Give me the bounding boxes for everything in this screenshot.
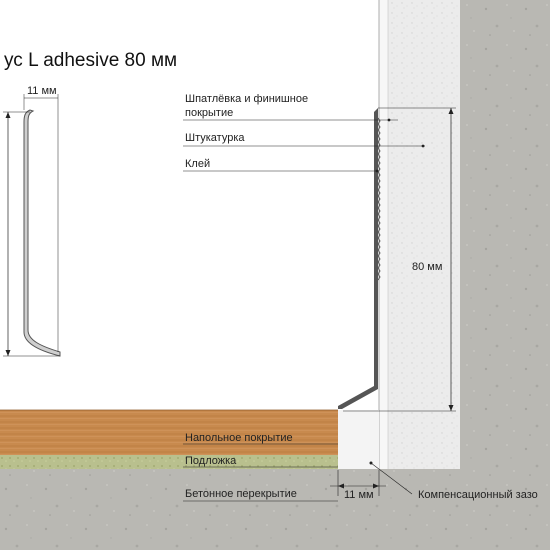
putty-label-line1: Шпатлёвка и финишное — [185, 93, 308, 105]
height-label: 80 мм — [412, 261, 442, 273]
putty-leader-dot — [387, 118, 391, 122]
left-height-arrow-bottom — [5, 350, 11, 356]
diagram-canvas: 11 мм ус L adhesive 80 мм 80 мм Шпатлёвк… — [0, 0, 550, 550]
compensation-gap-label: Компенсационный зазо — [418, 489, 538, 501]
diagram-svg: 11 мм ус L adhesive 80 мм 80 мм Шпатлёвк… — [0, 0, 550, 550]
plaster-layer — [388, 0, 460, 469]
plaster-label: Штукатурка — [185, 132, 245, 144]
compensation-gap-area — [338, 410, 379, 469]
left-width-label: 11 мм — [27, 85, 57, 97]
putty-layer — [379, 0, 388, 469]
concrete-slab — [0, 469, 550, 550]
skirting-profile-section — [23, 109, 61, 357]
left-height-arrow-top — [5, 112, 11, 118]
skirting-profile — [338, 108, 378, 409]
glue-label: Клей — [185, 158, 210, 170]
glue-leader-dot — [375, 169, 379, 173]
concrete-wall — [460, 0, 550, 470]
underlay-label: Подложка — [185, 455, 237, 467]
concrete-slab-label: Бетонное перекрытие — [185, 488, 297, 500]
gap-width-label: 11 мм — [344, 489, 374, 501]
floor-covering-label: Напольное покрытие — [185, 432, 293, 444]
plaster-leader-dot — [421, 144, 425, 148]
page-title: ус L adhesive 80 мм — [4, 50, 177, 71]
putty-label-line2: покрытие — [185, 107, 233, 119]
